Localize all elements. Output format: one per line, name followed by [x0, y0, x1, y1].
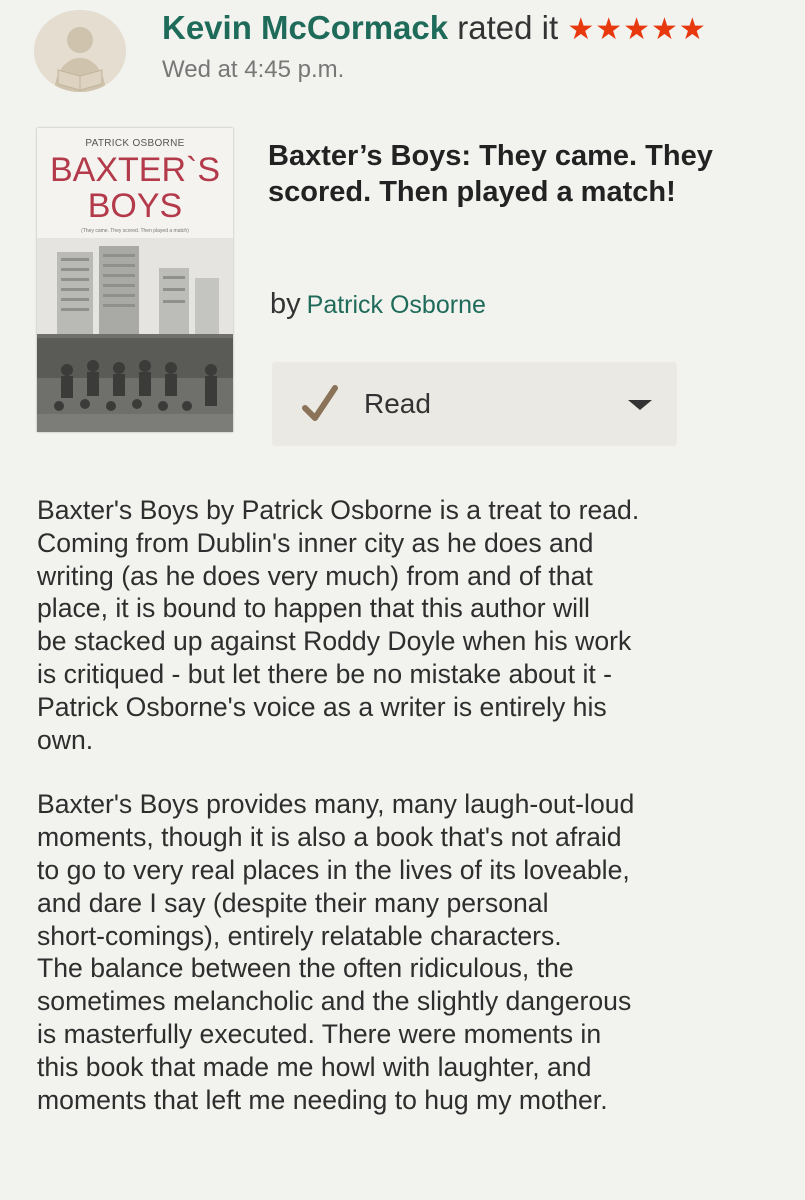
review-line: this book that made me howl with laughte… — [37, 1051, 592, 1082]
user-avatar[interactable] — [34, 10, 126, 92]
review-card: Kevin McCormack rated it ★★★★★ Wed at 4:… — [0, 0, 805, 1200]
user-name-link[interactable]: Kevin McCormack — [162, 9, 448, 46]
by-label: by — [270, 288, 301, 320]
review-line: own. — [37, 724, 94, 755]
byline: by Patrick Osborne — [270, 288, 486, 321]
review-line: Baxter's Boys by Patrick Osborne is a tr… — [37, 495, 640, 525]
review-text: Baxter's Boys by Patrick Osborne is a tr… — [37, 494, 777, 1116]
cover-title: BAXTER`S BOYS — [37, 152, 233, 224]
checkmark-icon — [302, 385, 338, 421]
review-line: moments, though it is also a book that's… — [37, 822, 622, 853]
review-line: Baxter's Boys provides many, many laugh-… — [37, 789, 635, 820]
review-line: sometimes melancholic and the slightly d… — [37, 986, 632, 1017]
shelf-status-button[interactable]: Read — [272, 362, 677, 446]
review-line: is masterfully executed. There were mome… — [37, 1018, 602, 1049]
review-line: is critiqued - but let there be no mista… — [37, 658, 613, 689]
review-paragraph: Baxter's Boys by Patrick Osborne is a tr… — [37, 494, 777, 756]
star-rating-icon: ★★★★★ — [567, 13, 707, 46]
review-line: short-comings), entirely relatable chara… — [37, 920, 562, 951]
shelf-status-label: Read — [364, 388, 431, 419]
author-link[interactable]: Patrick Osborne — [307, 291, 486, 319]
review-line: and dare I say (despite their many perso… — [37, 887, 549, 918]
review-line: The balance between the often ridiculous… — [37, 953, 574, 984]
review-line: place, it is bound to happen that this a… — [37, 593, 590, 624]
cover-photo-image — [37, 238, 233, 432]
review-line: moments that left me needing to hug my m… — [37, 1084, 608, 1115]
cover-author: PATRICK OSBORNE — [85, 138, 185, 149]
review-line: be stacked up against Roddy Doyle when h… — [37, 626, 632, 657]
review-line: to go to very real places in the lives o… — [37, 854, 630, 885]
cover-tagline: (They came. They scored. Then played a m… — [81, 228, 189, 234]
review-paragraph: Baxter's Boys provides many, many laugh-… — [37, 788, 777, 1116]
review-line: Coming from Dublin's inner city as he do… — [37, 527, 594, 558]
cover-title-line2: BOYS — [87, 187, 183, 225]
book-title-link[interactable]: Baxter’s Boys: They came. They scored. T… — [268, 138, 768, 210]
reader-silhouette-icon — [34, 10, 126, 92]
action-text: rated it — [457, 9, 559, 46]
dropdown-arrow-icon[interactable] — [628, 400, 652, 410]
activity-header: Kevin McCormack rated it ★★★★★ — [162, 6, 707, 52]
review-line: Patrick Osborne's voice as a writer is e… — [37, 691, 607, 722]
review-line: writing (as he does very much) from and … — [37, 560, 593, 591]
book-cover[interactable]: PATRICK OSBORNE BAXTER`S BOYS (They came… — [37, 128, 233, 432]
timestamp[interactable]: Wed at 4:45 p.m. — [162, 56, 344, 84]
cover-title-line1: BAXTER`S — [49, 151, 221, 189]
